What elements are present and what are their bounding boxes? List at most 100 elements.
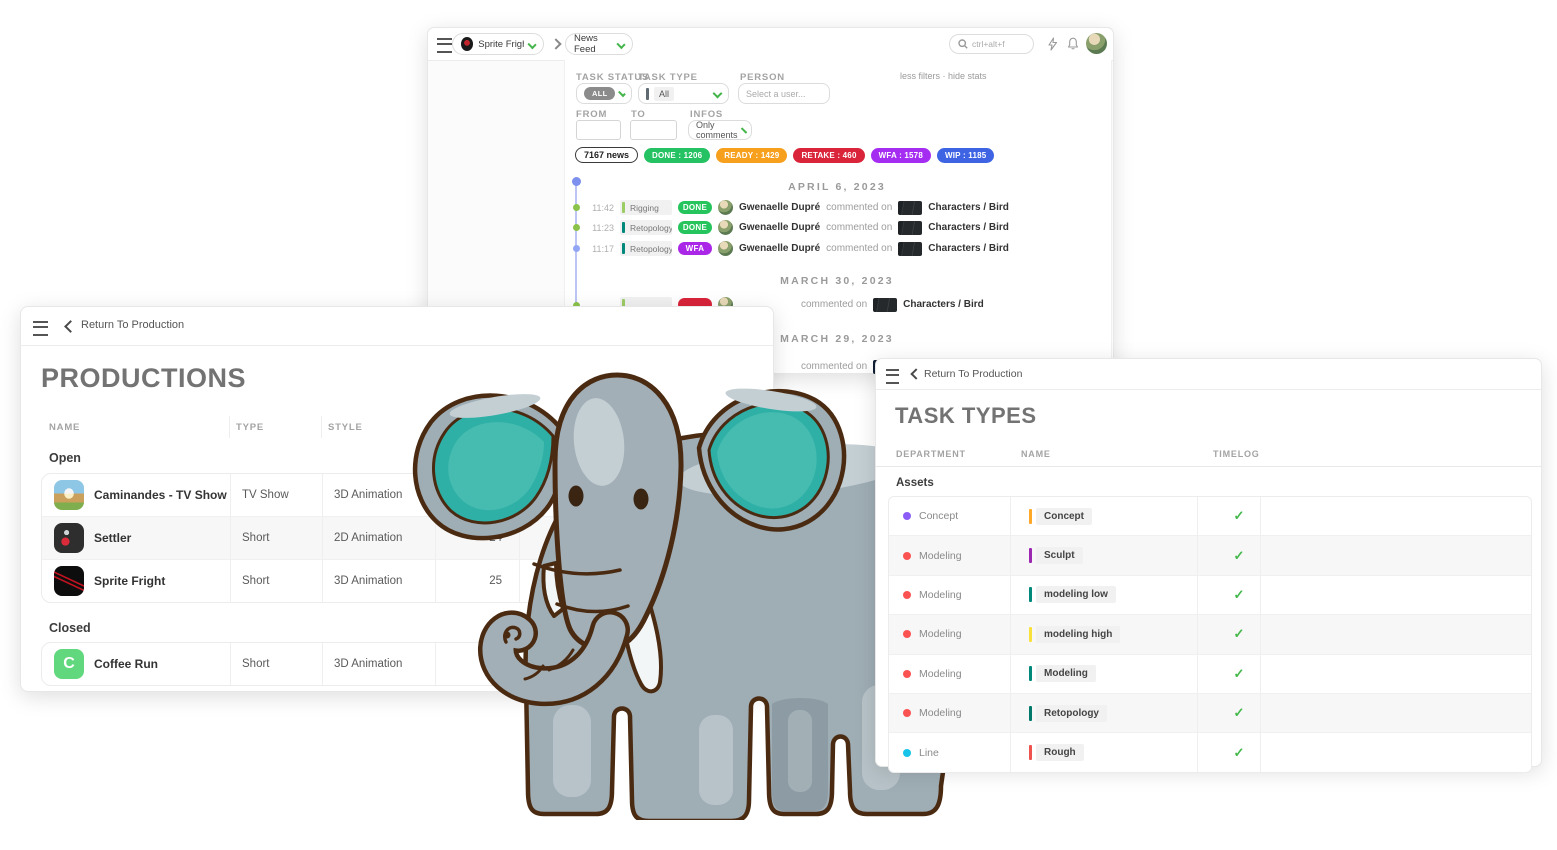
entity-name[interactable]: Characters / Bird [928, 222, 1009, 233]
task-type-color-bar [1029, 587, 1032, 602]
commenter-name[interactable]: Gwenaelle Dupré [739, 202, 820, 213]
production-style: 3D Animation [334, 489, 402, 501]
task-type-value: All [654, 87, 674, 101]
news-stats: 7167 news DONE : 1206 READY : 1429 RETAK… [575, 147, 994, 163]
news-topbar: Sprite Fright News Feed ctrl+alt+f [428, 28, 1113, 61]
task-type-color-bar [1029, 548, 1032, 563]
status-badge-wip: WIP : 1185 [937, 148, 994, 163]
task-type-name[interactable]: Rough [1036, 744, 1084, 761]
item-time: 11:23 [588, 223, 614, 233]
timelog-check-icon: ✓ [1227, 705, 1251, 721]
menu-icon[interactable] [886, 369, 899, 384]
news-item[interactable]: 11:23 Retopology DONE Gwenaelle Dupré co… [588, 219, 1009, 236]
production-type: Short [242, 575, 270, 587]
column-header-style: STYLE [328, 422, 363, 433]
section-selector[interactable]: News Feed [565, 33, 633, 55]
from-date-input[interactable] [576, 120, 621, 140]
task-status-value: ALL [584, 87, 615, 100]
person-input[interactable]: Select a user... [738, 83, 830, 104]
column-divider [321, 416, 322, 438]
timelog-check-icon: ✓ [1227, 666, 1251, 682]
table-row[interactable]: Modeling Retopology ✓ [889, 694, 1531, 733]
production-name[interactable]: Sprite Fright [94, 574, 165, 588]
person-placeholder: Select a user... [746, 89, 806, 99]
back-link[interactable]: Return To Production [924, 368, 1022, 380]
infos-value: Only comments [696, 120, 738, 140]
department-name: Modeling [919, 550, 962, 562]
task-type-tag: Retopology [620, 241, 672, 256]
entity-name[interactable]: Characters / Bird [903, 299, 984, 310]
table-row[interactable]: Modeling modeling high ✓ [889, 615, 1531, 654]
entity-name[interactable]: Characters / Bird [928, 243, 1009, 254]
entity-thumbnail[interactable] [898, 242, 922, 256]
task-status-select[interactable]: ALL [576, 83, 632, 104]
back-link[interactable]: Return To Production [81, 319, 184, 331]
department-dot [903, 670, 911, 678]
search-input[interactable]: ctrl+alt+f [949, 34, 1034, 54]
production-name[interactable]: Coffee Run [94, 657, 158, 671]
task-type-name[interactable]: Sculpt [1036, 547, 1083, 564]
table-row[interactable]: Modeling Sculpt ✓ [889, 536, 1531, 575]
task-types-window: Return To Production TASK TYPES DEPARTME… [875, 358, 1542, 767]
productions-topbar: Return To Production [21, 307, 773, 346]
back-chevron-icon[interactable] [910, 368, 921, 379]
action-text: commented on [826, 222, 892, 233]
infos-select[interactable]: Only comments [688, 120, 752, 140]
department-name: Concept [919, 510, 958, 522]
production-thumbnail: C [54, 649, 84, 679]
commenter-avatar [718, 200, 733, 215]
to-label: TO [631, 109, 646, 120]
table-row[interactable]: Line Rough ✓ [889, 733, 1531, 771]
table-row[interactable]: Modeling Modeling ✓ [889, 655, 1531, 694]
entity-name[interactable]: Characters / Bird [928, 202, 1009, 213]
entity-thumbnail[interactable] [873, 298, 897, 312]
date-header: APRIL 6, 2023 [564, 181, 1110, 193]
commenter-name[interactable]: Gwenaelle Dupré [739, 222, 820, 233]
task-type-name[interactable]: modeling low [1036, 586, 1116, 603]
production-avatar [461, 37, 473, 51]
search-icon [958, 39, 968, 49]
task-type-name[interactable]: Retopology [1036, 705, 1107, 722]
entity-thumbnail[interactable] [898, 221, 922, 235]
commenter-name[interactable]: Gwenaelle Dupré [739, 243, 820, 254]
column-divider [229, 416, 230, 438]
production-name[interactable]: Settler [94, 531, 131, 545]
timelog-check-icon: ✓ [1227, 508, 1251, 524]
page-title: PRODUCTIONS [41, 363, 246, 394]
timeline-dot [573, 204, 580, 211]
production-name[interactable]: Caminandes - TV Show [94, 488, 227, 502]
notifications-bell-icon[interactable] [1067, 37, 1079, 50]
user-avatar[interactable] [1086, 33, 1107, 54]
task-type-name[interactable]: modeling high [1036, 626, 1120, 643]
department-dot [903, 749, 911, 757]
task-types-table: Concept Concept ✓ Modeling Sculpt ✓ Mode… [888, 496, 1532, 773]
filters-toggle-links[interactable]: less filters · hide stats [900, 71, 987, 81]
news-item[interactable]: 11:42 Rigging DONE Gwenaelle Dupré comme… [588, 199, 1009, 216]
task-type-select[interactable]: All [638, 83, 729, 104]
table-row[interactable]: Modeling modeling low ✓ [889, 576, 1531, 615]
entity-thumbnail[interactable] [898, 201, 922, 215]
menu-icon[interactable] [437, 38, 452, 53]
column-header-name: NAME [49, 422, 80, 433]
task-type-color-bar [646, 88, 649, 100]
news-item[interactable]: 11:17 Retopology WFA Gwenaelle Dupré com… [588, 240, 1009, 257]
chevron-down-icon [616, 39, 625, 48]
table-row[interactable]: Concept Concept ✓ [889, 497, 1531, 536]
status-badge-wfa: WFA : 1578 [871, 148, 931, 163]
task-type-name[interactable]: Concept [1036, 508, 1092, 525]
production-selector[interactable]: Sprite Fright [452, 33, 544, 55]
timelog-check-icon: ✓ [1227, 626, 1251, 642]
to-date-input[interactable] [630, 120, 677, 140]
task-type-name[interactable]: Modeling [1036, 665, 1096, 682]
quick-action-icon[interactable] [1047, 37, 1058, 51]
timeline-dot [573, 224, 580, 231]
status-pill: DONE [678, 201, 712, 214]
timelog-check-icon: ✓ [1227, 745, 1251, 761]
task-type-color-bar [1029, 666, 1032, 681]
status-badge-retake: RETAKE : 460 [793, 148, 864, 163]
back-chevron-icon[interactable] [64, 320, 77, 333]
news-total-badge: 7167 news [575, 147, 638, 163]
menu-icon[interactable] [33, 321, 48, 336]
task-type-color-bar [1029, 509, 1032, 524]
column-header-department: DEPARTMENT [896, 449, 966, 459]
